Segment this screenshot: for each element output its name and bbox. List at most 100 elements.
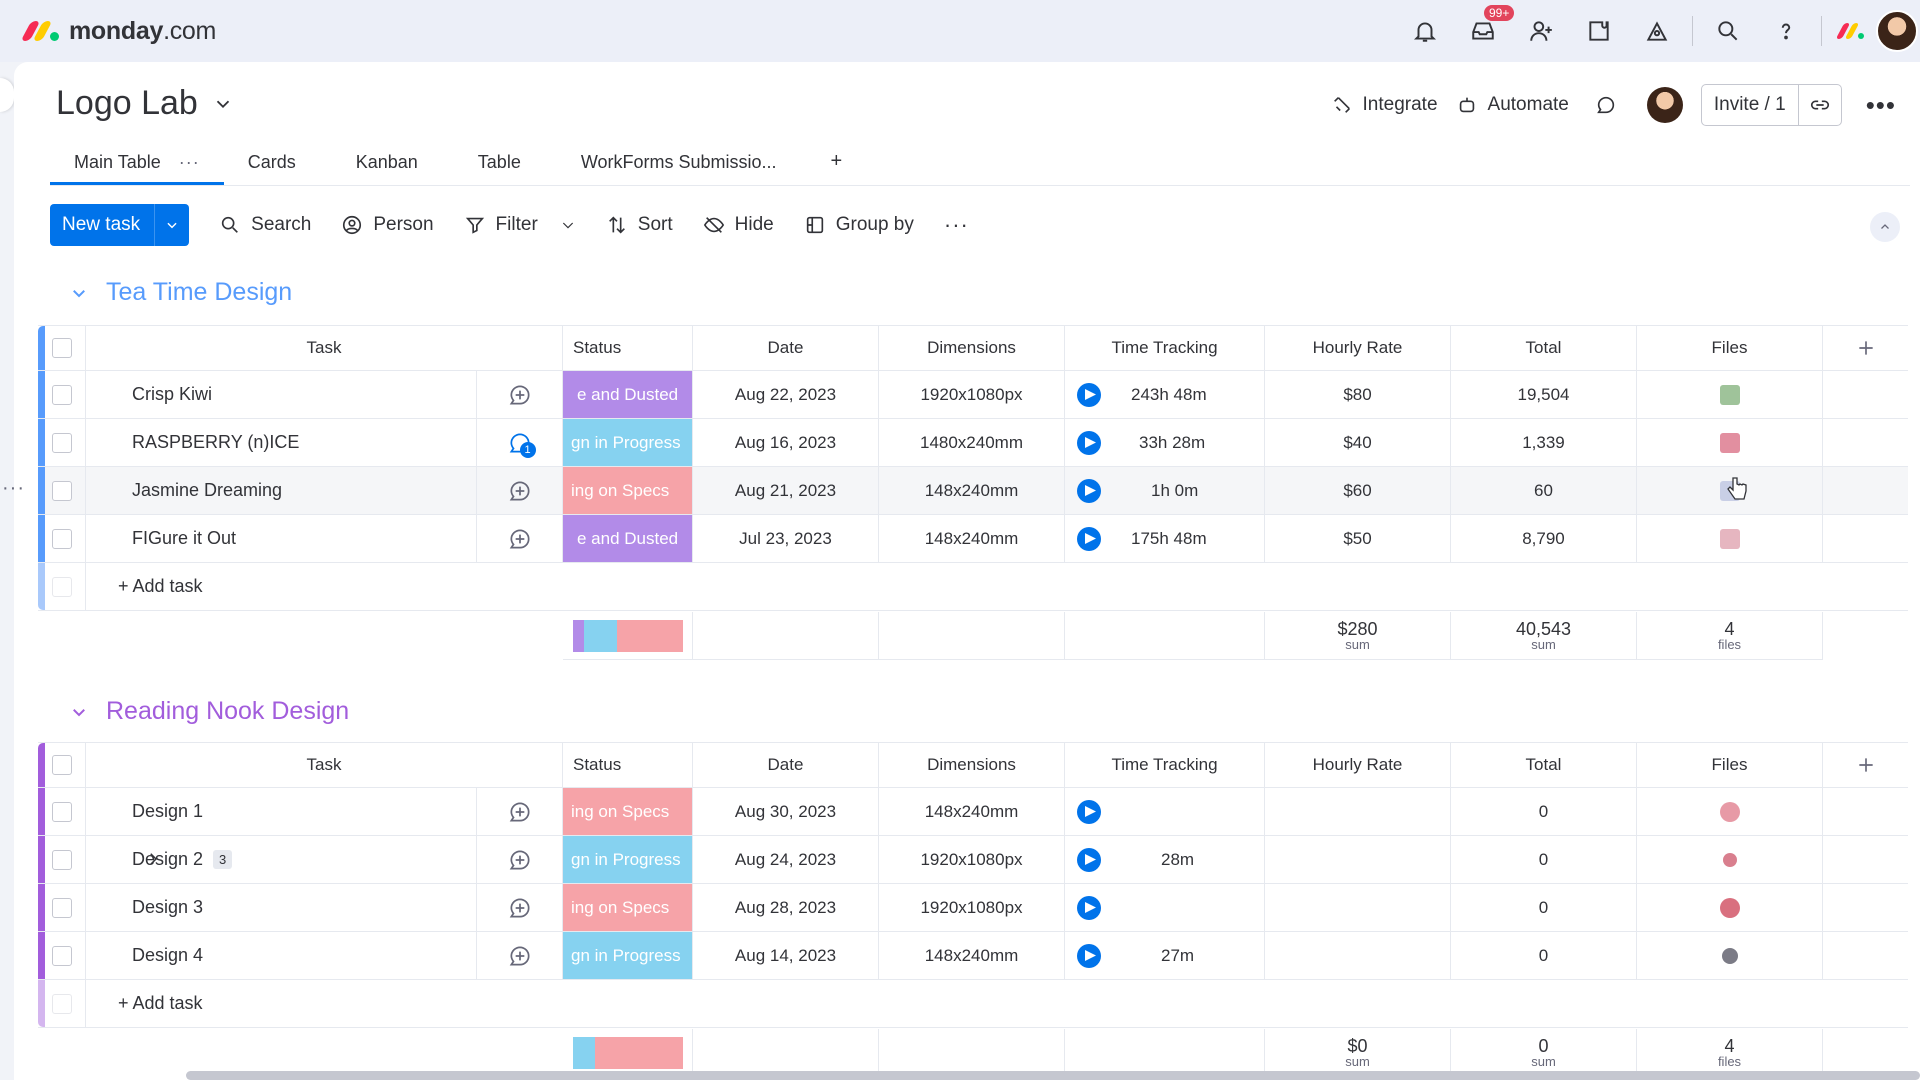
status-cell[interactable]: e and Dusted <box>563 371 693 418</box>
time-tracking-cell[interactable] <box>1065 788 1265 835</box>
file-thumbnail[interactable] <box>1719 897 1740 918</box>
board-title[interactable]: Logo Lab <box>56 84 234 123</box>
expand-subitems-icon[interactable] <box>144 850 162 873</box>
row-checkbox[interactable] <box>38 419 86 466</box>
hourly-rate-cell[interactable] <box>1265 884 1451 931</box>
subitems-count-badge[interactable]: 3 <box>213 850 233 869</box>
hourly-rate-cell[interactable] <box>1265 932 1451 979</box>
column-header-status[interactable]: Status <box>563 743 693 787</box>
add-view-icon[interactable]: + <box>801 150 867 185</box>
column-header-hourly-rate[interactable]: Hourly Rate <box>1265 326 1451 370</box>
board-updates-button[interactable] <box>1595 94 1617 116</box>
status-cell[interactable]: gn in Progress <box>563 932 693 979</box>
hide-button[interactable]: Hide <box>703 214 774 236</box>
date-cell[interactable]: Jul 23, 2023 <box>693 515 879 562</box>
hourly-rate-cell[interactable]: $60 <box>1265 467 1451 514</box>
table-row[interactable]: Crisp Kiwi e and Dusted Aug 22, 2023 192… <box>38 371 1908 419</box>
time-tracking-cell[interactable]: 28m <box>1065 836 1265 883</box>
task-name-cell[interactable]: Crisp Kiwi <box>86 371 477 418</box>
invite-button[interactable]: Invite / 1 <box>1700 84 1842 126</box>
task-name-cell[interactable]: RASPBERRY (n)ICE <box>86 419 477 466</box>
hourly-rate-cell[interactable]: $80 <box>1265 371 1451 418</box>
column-header-date[interactable]: Date <box>693 326 879 370</box>
group-by-button[interactable]: Group by <box>804 214 914 236</box>
status-summary[interactable] <box>563 1029 693 1077</box>
add-task-row[interactable]: + Add task <box>38 980 1908 1028</box>
play-icon[interactable] <box>1077 943 1101 968</box>
column-header-time-tracking[interactable]: Time Tracking <box>1065 743 1265 787</box>
table-row[interactable]: Design 4 gn in Progress Aug 14, 2023 148… <box>38 932 1908 980</box>
task-name-cell[interactable]: FIGure it Out <box>86 515 477 562</box>
tab-workforms[interactable]: WorkForms Submissio... <box>545 152 801 185</box>
task-name-cell[interactable]: Design 1 <box>86 788 477 835</box>
status-cell[interactable]: ing on Specs <box>563 884 693 931</box>
column-header-dimensions[interactable]: Dimensions <box>879 743 1065 787</box>
add-task-input[interactable]: + Add task <box>118 576 203 597</box>
collapse-header-button[interactable] <box>1870 212 1900 242</box>
file-thumbnail[interactable] <box>1722 852 1737 867</box>
column-header-task[interactable]: Task <box>86 326 563 370</box>
row-checkbox[interactable] <box>38 467 86 514</box>
date-cell[interactable]: Aug 30, 2023 <box>693 788 879 835</box>
dimensions-cell[interactable]: 148x240mm <box>879 932 1065 979</box>
files-cell[interactable] <box>1637 515 1823 562</box>
add-update-icon[interactable] <box>477 836 563 883</box>
play-icon[interactable] <box>1077 799 1101 824</box>
column-header-total[interactable]: Total <box>1451 743 1637 787</box>
dimensions-cell[interactable]: 1920x1080px <box>879 884 1065 931</box>
add-update-icon[interactable] <box>477 371 563 418</box>
column-header-status[interactable]: Status <box>563 326 693 370</box>
table-row[interactable]: ··· Jasmine Dreaming ing on Specs Aug 21… <box>2 467 1908 515</box>
invite-member-icon[interactable] <box>1512 0 1570 62</box>
status-cell[interactable]: gn in Progress <box>563 419 693 466</box>
dimensions-cell[interactable]: 1920x1080px <box>879 371 1065 418</box>
row-options-icon[interactable]: ··· <box>2 477 25 500</box>
file-thumbnail[interactable] <box>1721 947 1738 964</box>
hourly-rate-cell[interactable]: $40 <box>1265 419 1451 466</box>
column-header-hourly-rate[interactable]: Hourly Rate <box>1265 743 1451 787</box>
status-summary[interactable] <box>563 612 693 660</box>
column-header-files[interactable]: Files <box>1637 743 1823 787</box>
tab-main-table[interactable]: Main Table ··· <box>50 152 224 185</box>
table-row[interactable]: Design 1 ing on Specs Aug 30, 2023 148x2… <box>38 788 1908 836</box>
time-tracking-cell[interactable]: 27m <box>1065 932 1265 979</box>
person-filter-button[interactable]: Person <box>341 214 434 236</box>
search-icon[interactable] <box>1699 0 1757 62</box>
time-tracking-cell[interactable]: 243h 48m <box>1065 371 1265 418</box>
add-update-icon[interactable] <box>477 932 563 979</box>
dimensions-cell[interactable]: 1920x1080px <box>879 836 1065 883</box>
task-name-cell[interactable]: Design 23 <box>86 836 477 883</box>
more-toolbar-options-icon[interactable]: ··· <box>944 212 969 238</box>
automate-button[interactable]: Automate <box>1456 94 1569 116</box>
column-header-files[interactable]: Files <box>1637 326 1823 370</box>
status-cell[interactable]: ing on Specs <box>563 467 693 514</box>
row-checkbox[interactable] <box>38 932 86 979</box>
board-member-avatar[interactable] <box>1646 87 1683 123</box>
files-cell[interactable] <box>1637 371 1823 418</box>
table-row[interactable]: RASPBERRY (n)ICE 1 gn in Progress Aug 16… <box>38 419 1908 467</box>
dimensions-cell[interactable]: 1480x240mm <box>879 419 1065 466</box>
group-title-reading-nook[interactable]: Reading Nook Design <box>70 697 349 726</box>
apps-puzzle-icon[interactable] <box>1570 0 1628 62</box>
hourly-rate-cell[interactable] <box>1265 788 1451 835</box>
add-update-icon[interactable] <box>477 515 563 562</box>
row-checkbox[interactable] <box>38 371 86 418</box>
inbox-icon[interactable]: 99+ <box>1454 0 1515 62</box>
dimensions-cell[interactable]: 148x240mm <box>879 467 1065 514</box>
dimensions-cell[interactable]: 148x240mm <box>879 515 1065 562</box>
play-icon[interactable] <box>1077 526 1101 551</box>
monday-logo[interactable]: monday.com <box>20 17 216 46</box>
add-column-icon[interactable] <box>1823 326 1908 370</box>
tab-cards[interactable]: Cards <box>224 152 320 185</box>
file-thumbnail[interactable] <box>1719 432 1740 453</box>
task-name-cell[interactable]: Design 3 <box>86 884 477 931</box>
play-icon[interactable] <box>1077 382 1101 407</box>
date-cell[interactable]: Aug 16, 2023 <box>693 419 879 466</box>
file-thumbnail[interactable] <box>1719 801 1740 822</box>
date-cell[interactable]: Aug 21, 2023 <box>693 467 879 514</box>
new-task-button[interactable]: New task <box>50 204 190 246</box>
date-cell[interactable]: Aug 28, 2023 <box>693 884 879 931</box>
time-tracking-cell[interactable]: 33h 28m <box>1065 419 1265 466</box>
marketplace-icon[interactable] <box>1628 0 1686 62</box>
tab-options-icon[interactable]: ··· <box>179 152 200 173</box>
